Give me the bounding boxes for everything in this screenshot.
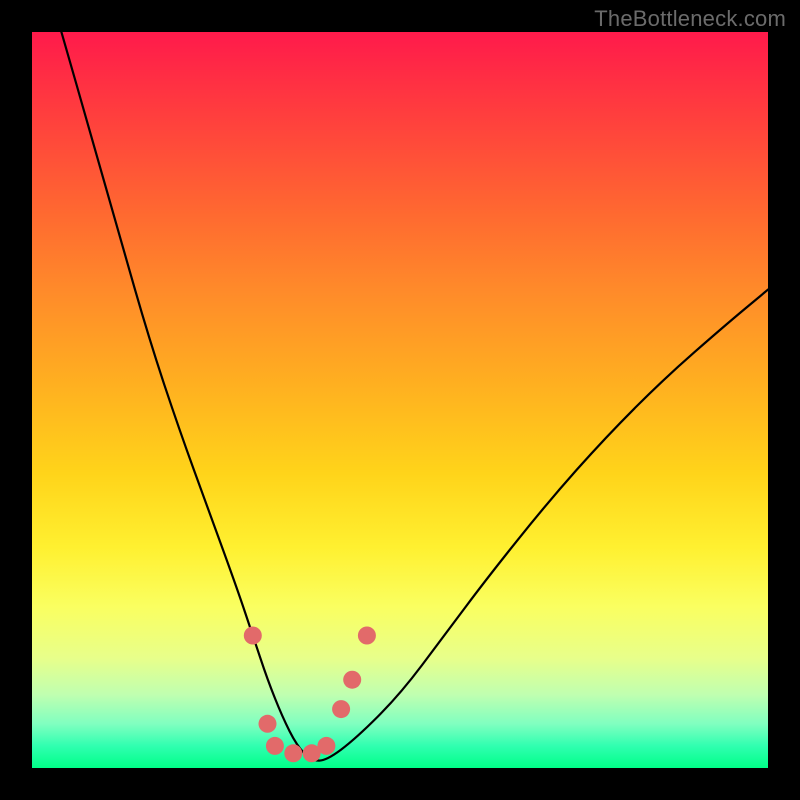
marker-dot xyxy=(358,627,376,645)
curve-layer xyxy=(32,32,768,768)
marker-dot xyxy=(244,627,262,645)
marker-group xyxy=(244,627,376,763)
marker-dot xyxy=(284,744,302,762)
marker-dot xyxy=(266,737,284,755)
marker-dot xyxy=(332,700,350,718)
marker-dot xyxy=(259,715,277,733)
marker-dot xyxy=(317,737,335,755)
marker-dot xyxy=(343,671,361,689)
watermark-text: TheBottleneck.com xyxy=(594,6,786,32)
bottleneck-curve xyxy=(61,32,768,761)
plot-area xyxy=(32,32,768,768)
chart-frame: TheBottleneck.com xyxy=(0,0,800,800)
